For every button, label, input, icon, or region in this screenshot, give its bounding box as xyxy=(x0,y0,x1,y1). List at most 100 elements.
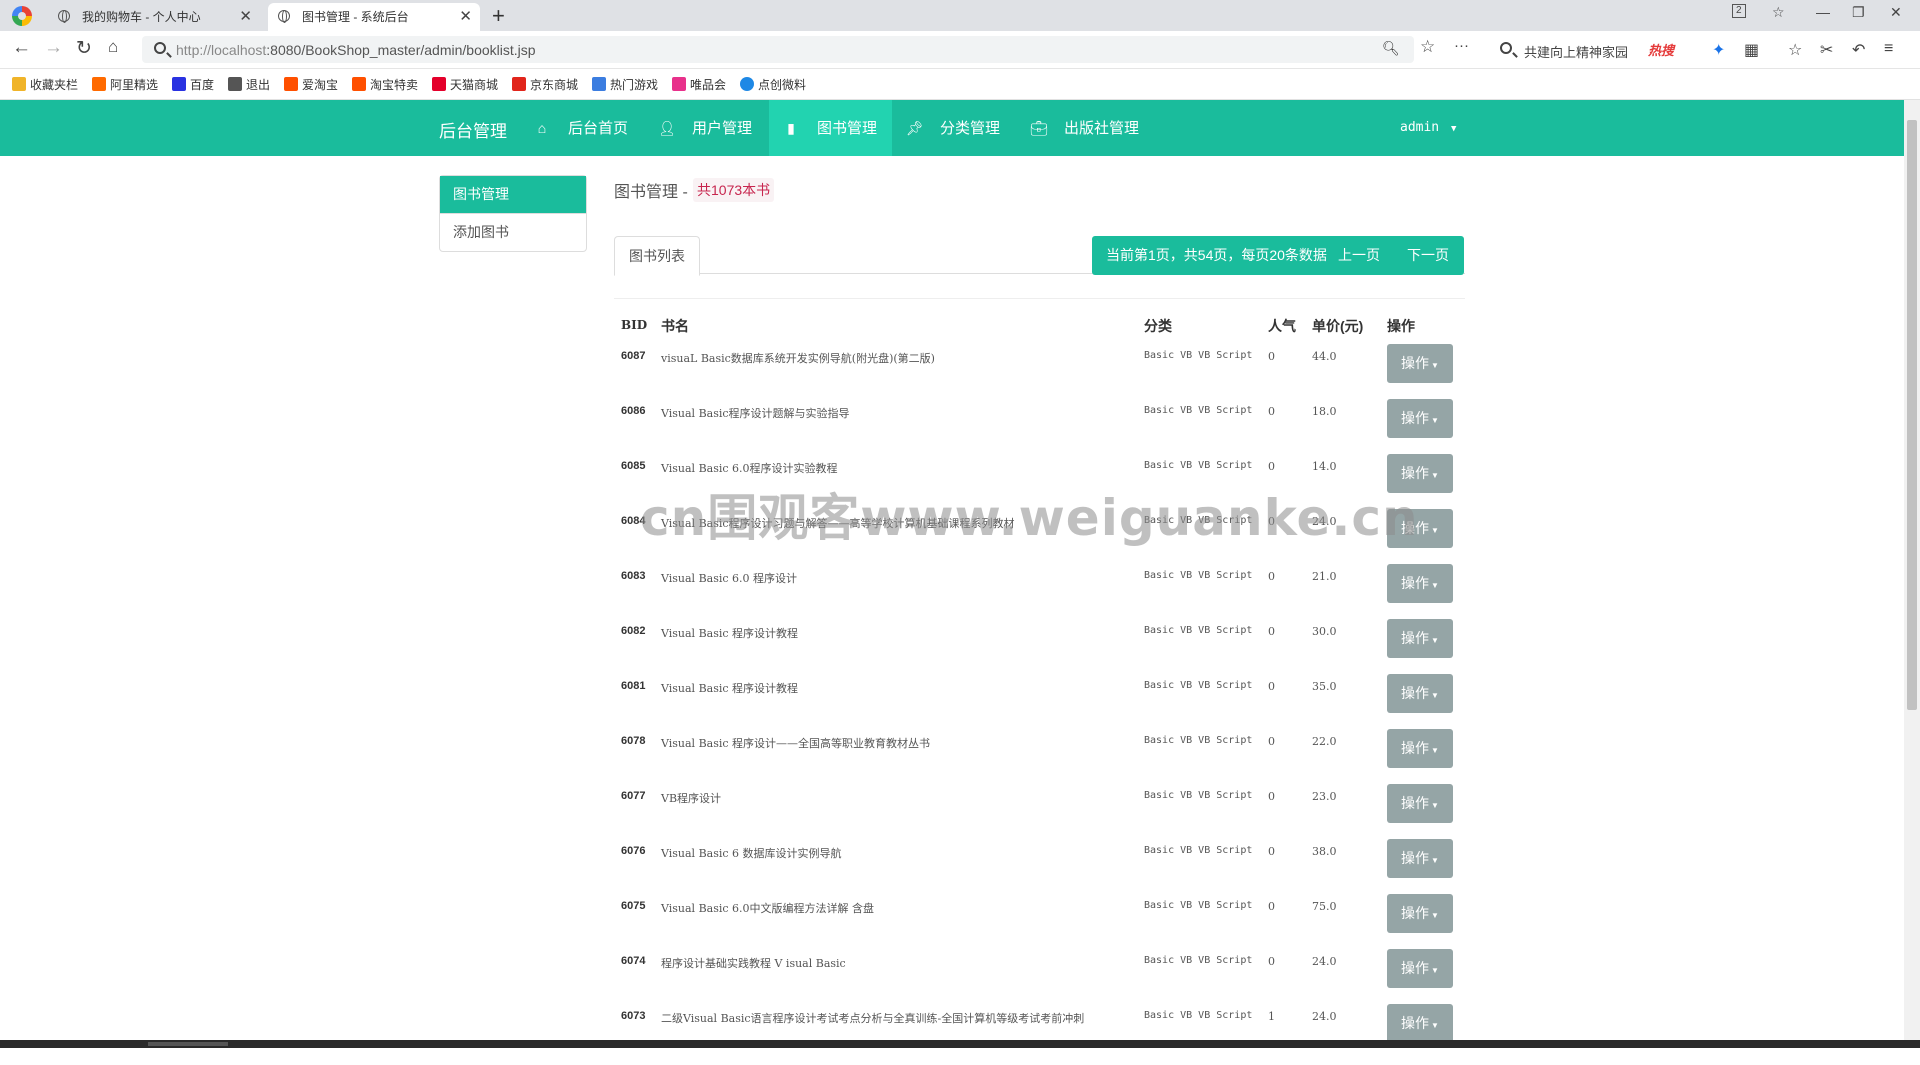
book-price: 44.0 xyxy=(1312,350,1337,363)
book-category: Basic VB VB Script xyxy=(1144,460,1253,471)
scrollbar-thumb[interactable] xyxy=(1907,120,1917,710)
next-page-button[interactable]: 下一页 xyxy=(1407,236,1449,275)
brand-title[interactable]: 后台管理 xyxy=(439,117,507,142)
operation-dropdown-button[interactable]: 操作 ▼ xyxy=(1387,1004,1453,1043)
book-popularity: 0 xyxy=(1268,460,1275,473)
apps-grid-icon[interactable]: ▦ xyxy=(1744,40,1759,60)
operation-dropdown-button[interactable]: 操作 ▼ xyxy=(1387,839,1453,878)
book-popularity: 0 xyxy=(1268,350,1275,363)
close-icon[interactable]: ✕ xyxy=(459,3,472,31)
scissors-icon[interactable]: ✂ xyxy=(1820,40,1833,60)
close-icon[interactable]: ✕ xyxy=(239,3,252,31)
extension-icon[interactable]: ✦ xyxy=(1712,40,1725,60)
star-icon[interactable]: ☆ xyxy=(1420,37,1435,57)
nav-item-categories[interactable]: 📌︎ 分类管理 xyxy=(904,100,1010,156)
zoom-icon[interactable]: 🔍︎ xyxy=(1382,40,1400,57)
bookmark-item[interactable]: 热门游戏 xyxy=(592,76,658,93)
nav-item-publishers[interactable]: 💼︎ 出版社管理 xyxy=(1028,100,1149,156)
sidebar-item-book-management[interactable]: 图书管理 xyxy=(440,176,586,214)
home-page-icon[interactable]: ⌂ xyxy=(108,37,118,57)
bookmark-item[interactable]: 收藏夹栏 xyxy=(12,76,78,93)
book-category: Basic VB VB Script xyxy=(1144,735,1253,746)
tab-book-list[interactable]: 图书列表 xyxy=(614,236,700,276)
operation-dropdown-button[interactable]: 操作 ▼ xyxy=(1387,784,1453,823)
bookmark-item[interactable]: 淘宝特卖 xyxy=(352,76,418,93)
book-name: visuaL Basic数据库系统开发实例导航(附光盘)(第二版) xyxy=(661,352,935,365)
operation-dropdown-button[interactable]: 操作 ▼ xyxy=(1387,564,1453,603)
sidebar-item-add-book[interactable]: 添加图书 xyxy=(440,214,586,251)
user-dropdown[interactable]: admin ▼ xyxy=(1400,100,1456,156)
book-id: 6075 xyxy=(621,900,646,912)
table-row: 6074 程序设计基础实践教程 V isual Basic Basic VB VB … xyxy=(614,949,1465,1010)
window-close-icon[interactable]: ✕ xyxy=(1890,4,1902,21)
column-header-price: 单价(元) xyxy=(1312,318,1364,334)
caret-down-icon: ▼ xyxy=(1431,1021,1439,1030)
book-price: 21.0 xyxy=(1312,570,1337,583)
caret-down-icon: ▼ xyxy=(1431,966,1439,975)
forward-icon[interactable]: → xyxy=(44,37,63,59)
url-input[interactable]: http://localhost:8080/BookShop_master/ad… xyxy=(142,36,1414,63)
nav-item-books[interactable]: ▮ 图书管理 xyxy=(769,100,893,156)
column-header-name: 书名 xyxy=(661,318,689,334)
pin-icon[interactable]: ☆ xyxy=(1772,4,1785,21)
operation-label: 操作 xyxy=(1401,740,1430,756)
operation-label: 操作 xyxy=(1401,960,1430,976)
new-tab-button[interactable]: + xyxy=(492,3,505,29)
book-name: Visual Basic 程序设计——全国高等职业教育教材丛书 xyxy=(661,737,931,750)
bookmark-item[interactable]: 唯品会 xyxy=(672,76,726,93)
hot-search-badge[interactable]: 热搜 xyxy=(1648,40,1674,59)
menu-icon[interactable]: ≡ xyxy=(1884,40,1893,58)
caret-down-icon: ▼ xyxy=(1431,856,1439,865)
operation-dropdown-button[interactable]: 操作 ▼ xyxy=(1387,729,1453,768)
book-popularity: 0 xyxy=(1268,955,1275,968)
more-icon[interactable]: ··· xyxy=(1454,37,1469,54)
book-price: 35.0 xyxy=(1312,680,1337,693)
search-hint: 共建向上精神家园 xyxy=(1524,45,1629,60)
prev-page-button[interactable]: 上一页 xyxy=(1338,236,1380,275)
nav-item-users[interactable]: 👤︎ 用户管理 xyxy=(654,100,762,156)
briefcase-icon: 💼︎ xyxy=(1030,120,1048,136)
book-name: 程序设计基础实践教程 V isual Basic xyxy=(661,957,846,970)
reload-icon[interactable]: ↻ xyxy=(76,37,92,60)
operation-dropdown-button[interactable]: 操作 ▼ xyxy=(1387,949,1453,988)
search-icon xyxy=(154,42,166,54)
globe-icon xyxy=(58,10,70,23)
book-popularity: 0 xyxy=(1268,405,1275,418)
address-bar: ← → ↻ ⌂ http://localhost:8080/BookShop_m… xyxy=(0,31,1920,69)
caret-down-icon: ▼ xyxy=(1431,471,1439,480)
operation-dropdown-button[interactable]: 操作 ▼ xyxy=(1387,619,1453,658)
book-id: 6073 xyxy=(621,1010,646,1022)
bookmark-item[interactable]: 百度 xyxy=(172,76,214,93)
operation-dropdown-button[interactable]: 操作 ▼ xyxy=(1387,399,1453,438)
operation-dropdown-button[interactable]: 操作 ▼ xyxy=(1387,674,1453,713)
bookmark-item[interactable]: 爱淘宝 xyxy=(284,76,338,93)
page-scrollbar[interactable] xyxy=(1904,100,1920,1040)
table-row: 6086 Visual Basic程序设计题解与实验指导 Basic VB VB S… xyxy=(614,399,1465,460)
bookmark-item[interactable]: 点创微料 xyxy=(740,76,806,93)
book-id: 6074 xyxy=(621,955,646,967)
browser-tab-books[interactable]: 图书管理 - 系统后台 ✕ xyxy=(268,3,480,31)
book-name: Visual Basic 6 数据库设计实例导航 xyxy=(661,847,842,860)
operation-dropdown-button[interactable]: 操作 ▼ xyxy=(1387,344,1453,383)
caret-down-icon: ▼ xyxy=(1431,526,1439,535)
operation-label: 操作 xyxy=(1401,905,1430,921)
bookmark-item[interactable]: 京东商城 xyxy=(512,76,578,93)
favorites-icon[interactable]: ☆ xyxy=(1788,40,1802,60)
tab-count-badge[interactable]: 2 xyxy=(1732,4,1746,18)
restore-icon[interactable]: ❐ xyxy=(1852,4,1865,21)
bookmark-item[interactable]: 天猫商城 xyxy=(432,76,498,93)
nav-item-home[interactable]: ⌂ 后台首页 xyxy=(530,100,638,156)
bookmark-item[interactable]: 退出 xyxy=(228,76,270,93)
book-id: 6081 xyxy=(621,680,646,692)
browser-tab-cart[interactable]: 我的购物车 - 个人中心 ✕ xyxy=(48,3,260,31)
admin-navbar: 后台管理 ⌂ 后台首页 👤︎ 用户管理 ▮ 图书管理 📌︎ 分类管理 💼︎ 出版社管理 a… xyxy=(0,100,1905,156)
undo-icon[interactable]: ↶ xyxy=(1852,40,1865,60)
bookmark-item[interactable]: 阿里精选 xyxy=(92,76,158,93)
operation-dropdown-button[interactable]: 操作 ▼ xyxy=(1387,894,1453,933)
taskbar xyxy=(0,1040,1920,1048)
chart-icon xyxy=(228,77,242,91)
minimize-icon[interactable]: — xyxy=(1816,4,1830,20)
back-icon[interactable]: ← xyxy=(12,37,31,59)
caret-down-icon: ▼ xyxy=(1431,416,1439,425)
baidu-icon xyxy=(172,77,186,91)
